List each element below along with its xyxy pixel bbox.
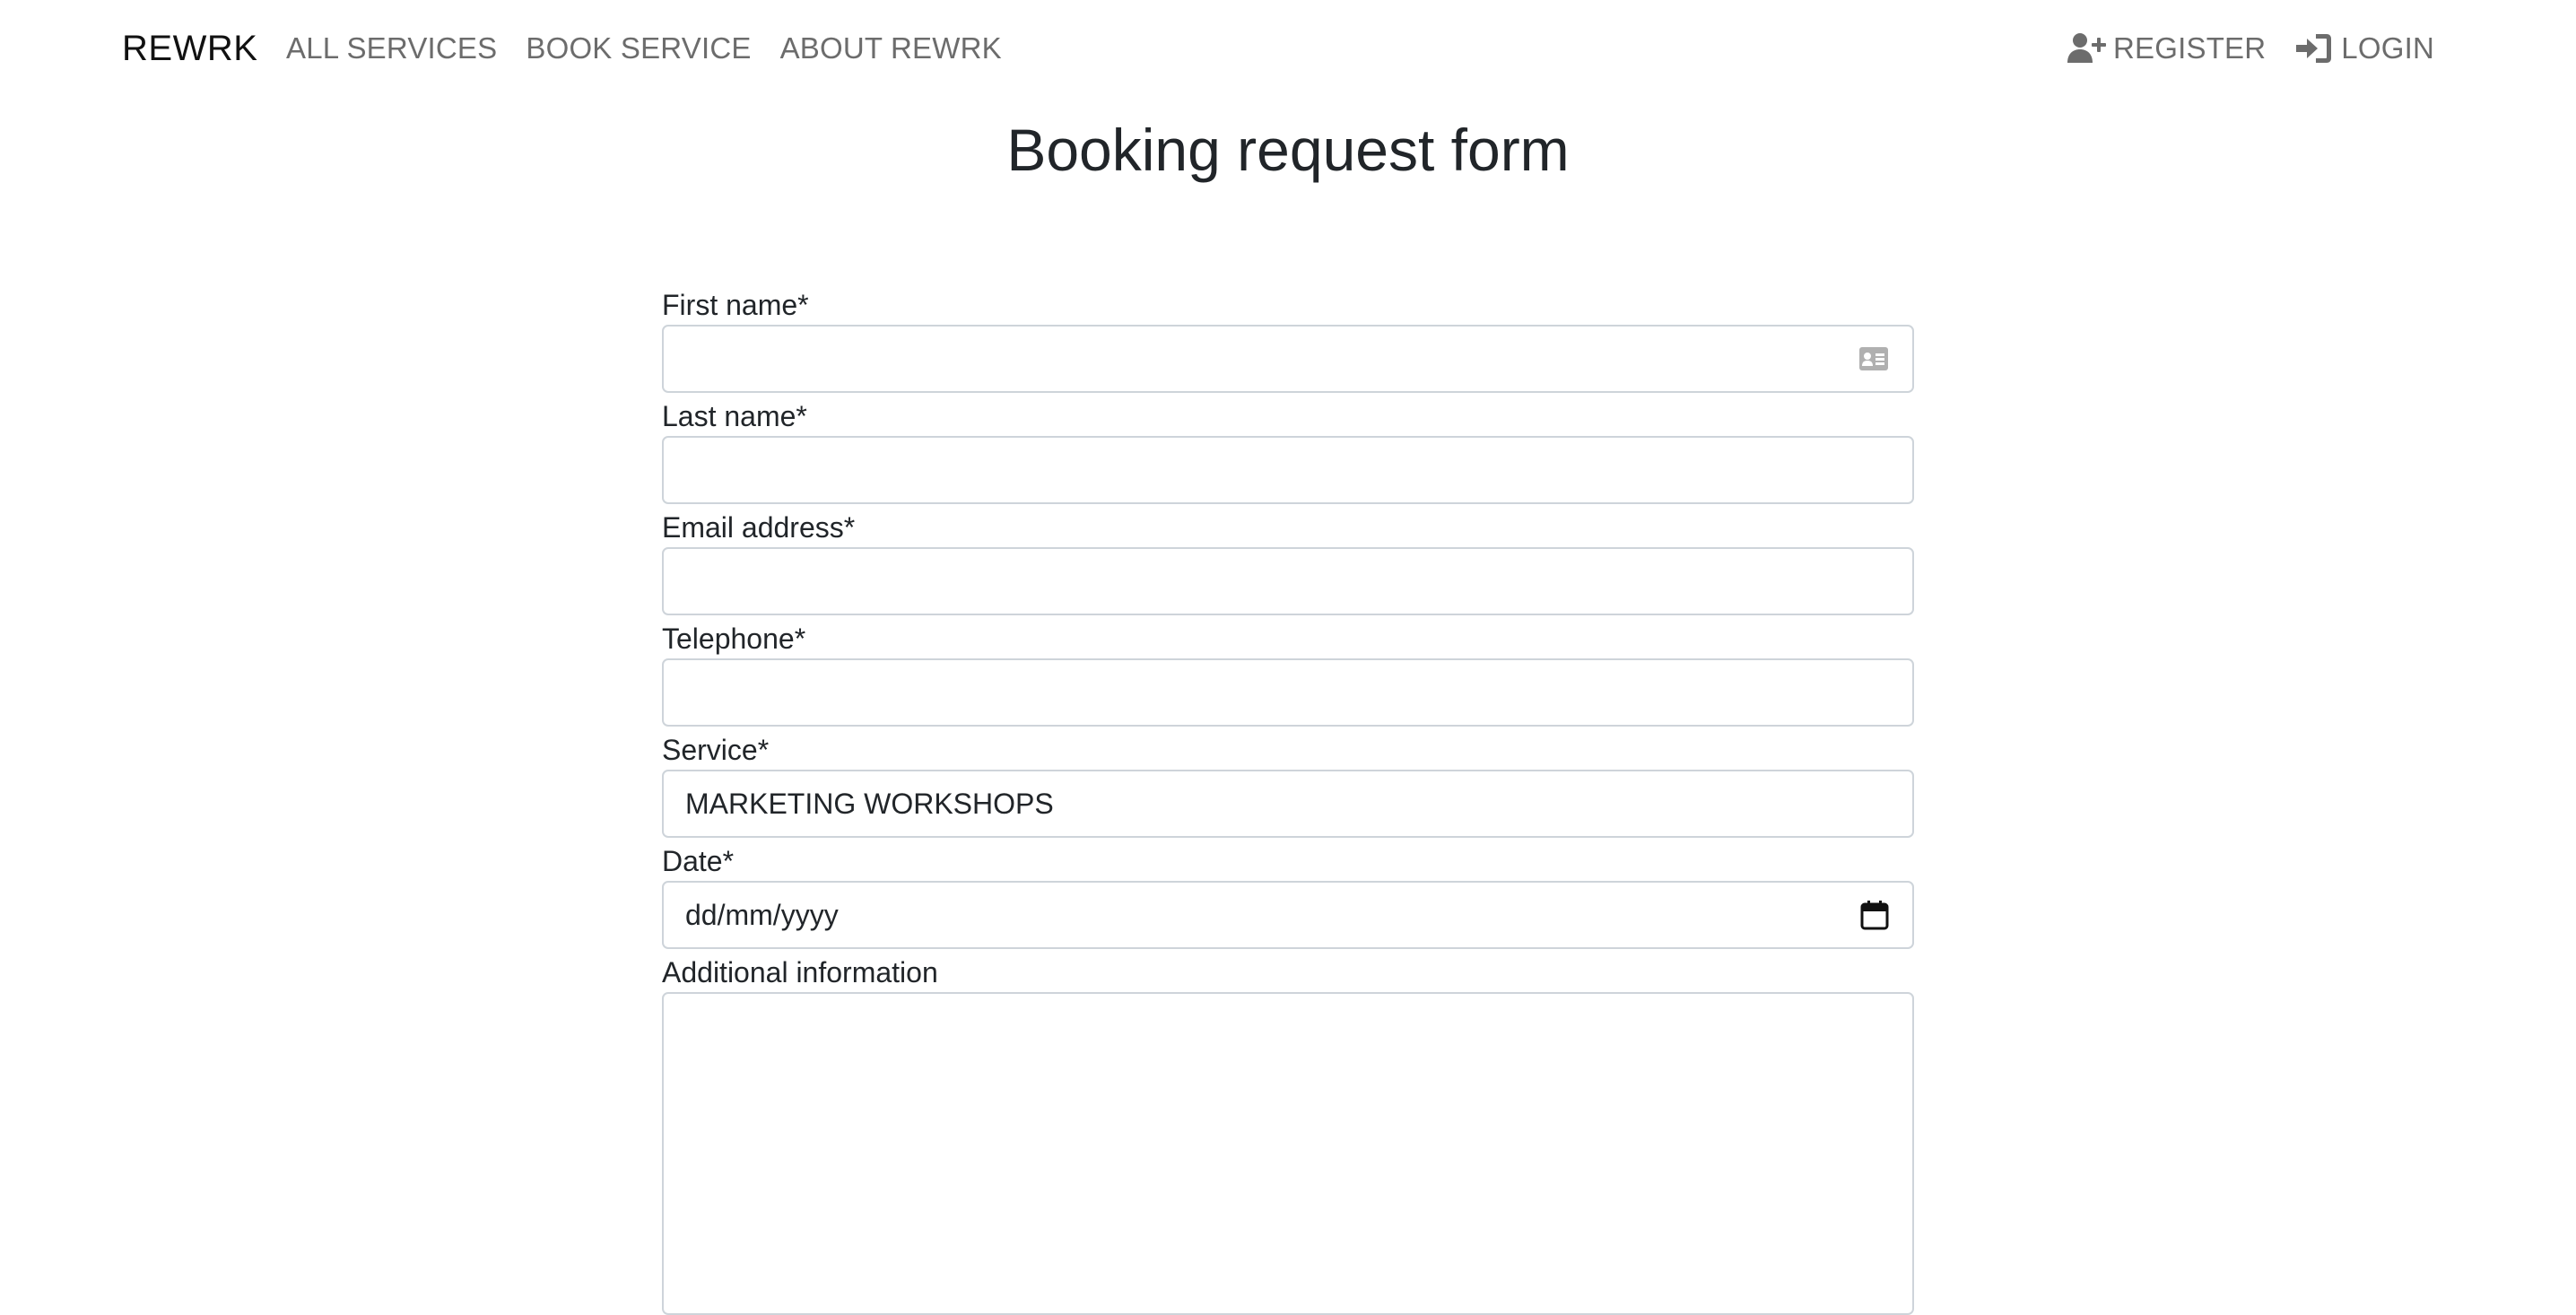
login-link[interactable]: LOGIN	[2294, 29, 2434, 68]
additional-info-textarea[interactable]	[662, 992, 1914, 1315]
user-plus-icon	[2067, 33, 2106, 63]
nav-book-service[interactable]: BOOK SERVICE	[526, 29, 751, 68]
email-input[interactable]	[662, 547, 1914, 615]
date-label: Date*	[662, 845, 735, 877]
telephone-group: Telephone*	[662, 619, 1914, 727]
login-label: LOGIN	[2341, 31, 2434, 65]
first-name-group: First name*	[662, 285, 1914, 393]
first-name-label: First name*	[662, 289, 809, 321]
additional-info-group: Additional information	[662, 953, 1914, 1315]
service-value: MARKETING WORKSHOPS	[685, 787, 1054, 820]
service-label: Service*	[662, 734, 770, 766]
last-name-input[interactable]	[662, 436, 1914, 504]
date-input[interactable]: dd/mm/yyyy	[662, 881, 1914, 949]
email-group: Email address*	[662, 508, 1914, 615]
contact-card-icon[interactable]	[1858, 346, 1889, 371]
telephone-label: Telephone*	[662, 623, 806, 655]
top-navbar: REWRK ALL SERVICES BOOK SERVICE ABOUT RE…	[0, 0, 2576, 99]
booking-request-form: First name* Last name* Email address* Te…	[662, 285, 1914, 1315]
page-title: Booking request form	[1006, 117, 1570, 183]
last-name-group: Last name*	[662, 396, 1914, 504]
email-label: Email address*	[662, 511, 856, 544]
account-nav: REGISTER LOGIN	[2067, 29, 2434, 68]
register-link[interactable]: REGISTER	[2067, 29, 2266, 68]
nav-all-services[interactable]: ALL SERVICES	[286, 29, 497, 68]
service-input[interactable]: MARKETING WORKSHOPS	[662, 770, 1914, 838]
nav-about-rewrk[interactable]: ABOUT REWRK	[780, 29, 1002, 68]
date-group: Date* dd/mm/yyyy	[662, 841, 1914, 949]
additional-info-label: Additional information	[662, 956, 938, 988]
brand-logo-link[interactable]: REWRK	[122, 25, 257, 72]
register-label: REGISTER	[2113, 31, 2267, 65]
date-value: dd/mm/yyyy	[685, 898, 839, 931]
service-group: Service* MARKETING WORKSHOPS	[662, 730, 1914, 838]
sign-in-icon	[2296, 34, 2332, 63]
primary-nav: ALL SERVICES BOOK SERVICE ABOUT REWRK	[286, 29, 1002, 68]
last-name-label: Last name*	[662, 400, 807, 432]
telephone-input[interactable]	[662, 658, 1914, 727]
calendar-icon[interactable]	[1860, 900, 1889, 930]
first-name-input[interactable]	[662, 325, 1914, 393]
